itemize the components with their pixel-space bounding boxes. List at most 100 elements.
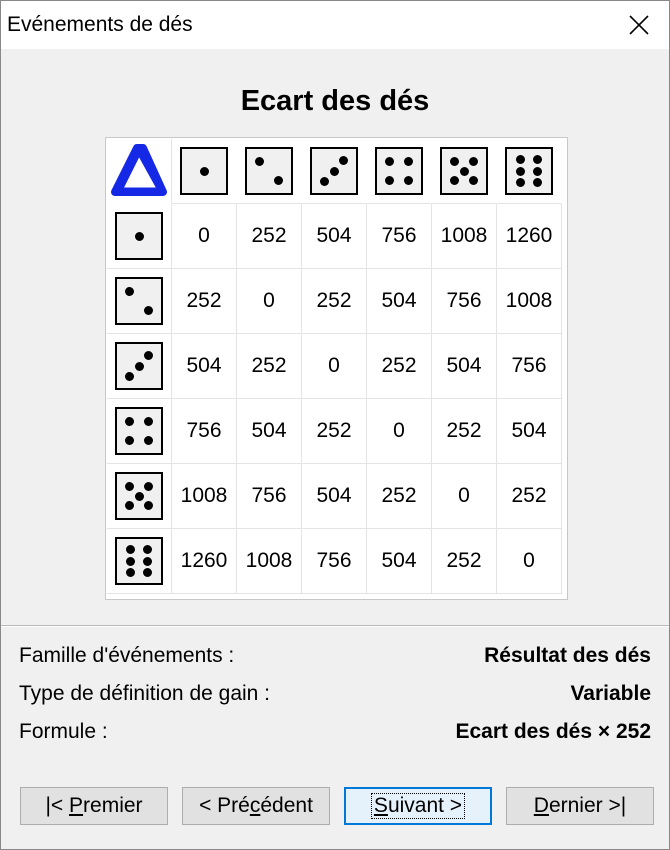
page-title: Ecart des dés bbox=[240, 85, 430, 117]
column-header-3 bbox=[302, 139, 367, 204]
table-cell: 504 bbox=[302, 464, 367, 529]
die-pip bbox=[319, 177, 329, 187]
die-face-one-icon bbox=[115, 212, 163, 260]
row-header-1 bbox=[107, 204, 172, 269]
last-button[interactable]: Dernier >| bbox=[506, 787, 654, 825]
die-pip bbox=[144, 306, 154, 316]
die-pip bbox=[404, 176, 414, 186]
die-pip bbox=[124, 372, 134, 382]
table-cell: 504 bbox=[367, 529, 432, 594]
last-button-mnemonic: D bbox=[533, 794, 549, 817]
table-cell: 756 bbox=[302, 529, 367, 594]
table-cell: 1008 bbox=[172, 464, 237, 529]
family-label: Famille d'événements : bbox=[19, 644, 235, 667]
die-pip bbox=[533, 166, 543, 176]
window-title: Evénements de dés bbox=[7, 13, 193, 36]
divider-highlight bbox=[1, 626, 669, 627]
dice-difference-table: 0 252 504 756 1008 1260 252 0 252 504 756 1008 504 25… bbox=[105, 137, 568, 600]
next-button-focus: Suivant > bbox=[370, 793, 466, 819]
table-cell: 1260 bbox=[497, 204, 562, 269]
table-cell: 504 bbox=[432, 334, 497, 399]
die-face-six-icon bbox=[115, 537, 163, 585]
die-face-three-icon bbox=[310, 147, 358, 195]
die-pip bbox=[449, 176, 459, 186]
table-cell: 756 bbox=[497, 334, 562, 399]
row-header-6 bbox=[107, 529, 172, 594]
die-pip bbox=[515, 155, 525, 165]
table-cell: 504 bbox=[237, 399, 302, 464]
table-cell: 1260 bbox=[172, 529, 237, 594]
die-pip bbox=[124, 286, 134, 296]
die-pip bbox=[533, 155, 543, 165]
die-face-four-icon bbox=[115, 407, 163, 455]
die-face-three-icon bbox=[115, 342, 163, 390]
table-cell: 756 bbox=[367, 204, 432, 269]
die-pip bbox=[533, 177, 543, 187]
row-header-5 bbox=[107, 464, 172, 529]
die-pip bbox=[143, 545, 153, 555]
previous-button[interactable]: < Pré c édent bbox=[182, 787, 330, 825]
die-face-four-icon bbox=[375, 147, 423, 195]
die-pip bbox=[125, 556, 135, 566]
dialog-window: Evénements de dés Ecart des dés 0 252 504 7… bbox=[0, 0, 670, 850]
table-cell: 756 bbox=[432, 269, 497, 334]
die-pip bbox=[134, 491, 144, 501]
row-header-2 bbox=[107, 269, 172, 334]
first-button-label-pre: |< bbox=[45, 794, 70, 817]
table-cell: 252 bbox=[432, 529, 497, 594]
table-cell: 0 bbox=[497, 529, 562, 594]
die-pip bbox=[144, 501, 154, 511]
die-pip bbox=[459, 166, 469, 176]
table-cell: 252 bbox=[172, 269, 237, 334]
table-cell: 504 bbox=[172, 334, 237, 399]
next-button[interactable]: Suivant > bbox=[344, 787, 492, 825]
die-pip bbox=[124, 416, 134, 426]
table-cell: 756 bbox=[172, 399, 237, 464]
gain-type-value: Variable bbox=[570, 682, 651, 705]
die-pip bbox=[134, 361, 144, 371]
die-pip bbox=[144, 416, 154, 426]
die-pip bbox=[144, 350, 154, 360]
die-face-five-icon bbox=[115, 472, 163, 520]
table-cell: 252 bbox=[432, 399, 497, 464]
close-button[interactable] bbox=[609, 1, 669, 49]
column-header-1 bbox=[172, 139, 237, 204]
die-pip bbox=[124, 436, 134, 446]
row-header-4 bbox=[107, 399, 172, 464]
table-cell: 252 bbox=[302, 399, 367, 464]
die-face-six-icon bbox=[505, 147, 553, 195]
column-header-5 bbox=[432, 139, 497, 204]
title-bar: Evénements de dés bbox=[1, 1, 669, 49]
first-button[interactable]: |< Premier bbox=[20, 787, 168, 825]
table-cell: 252 bbox=[302, 269, 367, 334]
die-pip bbox=[384, 156, 394, 166]
row-header-3 bbox=[107, 334, 172, 399]
table-cell: 504 bbox=[497, 399, 562, 464]
die-pip bbox=[144, 481, 154, 491]
die-pip bbox=[254, 156, 264, 166]
die-pip bbox=[125, 567, 135, 577]
column-header-6 bbox=[497, 139, 562, 204]
die-face-two-icon bbox=[115, 277, 163, 325]
die-pip bbox=[274, 176, 284, 186]
die-pip bbox=[124, 481, 134, 491]
family-value: Résultat des dés bbox=[484, 644, 651, 667]
die-face-two-icon bbox=[245, 147, 293, 195]
column-header-4 bbox=[367, 139, 432, 204]
table-cell: 0 bbox=[432, 464, 497, 529]
next-button-mnemonic: S bbox=[373, 794, 388, 817]
first-button-mnemonic: P bbox=[69, 794, 84, 817]
formula-label: Formule : bbox=[19, 720, 108, 743]
table-cell: 252 bbox=[367, 334, 432, 399]
table-cell: 0 bbox=[302, 334, 367, 399]
die-pip bbox=[134, 231, 144, 241]
die-pip bbox=[124, 501, 134, 511]
table-cell: 504 bbox=[367, 269, 432, 334]
previous-button-mnemonic: c bbox=[249, 794, 261, 817]
table-cell: 252 bbox=[237, 334, 302, 399]
die-pip bbox=[469, 176, 479, 186]
table-cell: 1008 bbox=[497, 269, 562, 334]
die-face-one-icon bbox=[180, 147, 228, 195]
die-pip bbox=[329, 166, 339, 176]
die-pip bbox=[125, 545, 135, 555]
